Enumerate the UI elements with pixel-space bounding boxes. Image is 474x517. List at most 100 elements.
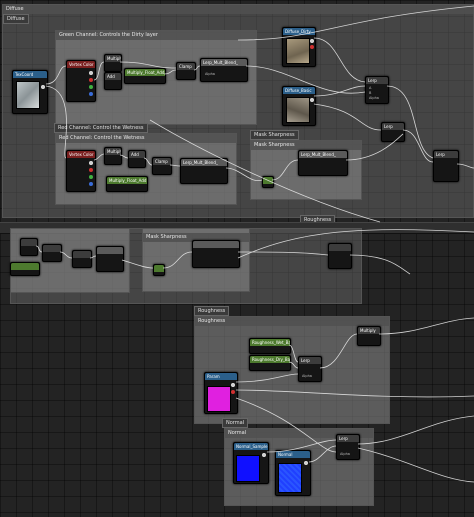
output-pin[interactable]	[310, 39, 314, 43]
node-title	[97, 247, 123, 254]
blue-pin[interactable]	[89, 92, 93, 96]
lerp-node[interactable]: Lerp	[433, 150, 459, 182]
red-pin[interactable]	[310, 45, 314, 49]
output-pin[interactable]	[262, 453, 266, 457]
output-pin[interactable]	[310, 98, 314, 102]
node-title: Lerp_Mult_Blend_	[299, 151, 347, 158]
output-pin[interactable]	[89, 161, 93, 165]
clamp-node[interactable]: Clamp	[176, 62, 196, 80]
node-title	[73, 251, 91, 258]
comment-title: Red Channel: Control the Wetness	[56, 134, 236, 143]
lerp-blend-node[interactable]: Lerp_Mult_Blend_ Alpha	[200, 58, 248, 82]
comment-title: Mask Sharpness	[251, 141, 361, 150]
output-pin[interactable]	[89, 71, 93, 75]
green-pin[interactable]	[89, 175, 93, 179]
lerp-blend-node[interactable]: Lerp_Mult_Blend_	[180, 158, 228, 184]
lerp-blend-node[interactable]: Lerp_Mult_Blend_	[298, 150, 348, 176]
clamp-node[interactable]	[72, 250, 92, 268]
node-title: Add	[129, 151, 145, 158]
node-title: Lerp	[382, 123, 404, 130]
node-title: Param	[205, 373, 237, 380]
multiply-float-add-node[interactable]: Multiply_Float_Add	[124, 68, 166, 84]
lerp-blend-node[interactable]	[96, 246, 124, 272]
node-title: Multiply_Float_Add	[107, 177, 147, 184]
output-pin[interactable]	[231, 383, 235, 387]
label-mask-sharpness: Mask Sharpness	[250, 130, 299, 140]
node-title: Lerp	[337, 435, 359, 442]
material-graph-canvas[interactable]: Diffuse Diffuse Green Channel: Controls …	[0, 0, 474, 517]
multiply-float-add-node[interactable]: Multiply_Float_Add	[106, 176, 148, 192]
roughness-param-node[interactable]: Roughness_Wet_Base	[249, 338, 291, 354]
blue-pin[interactable]	[89, 182, 93, 186]
node-title: Normal	[276, 451, 310, 458]
normal-sample-node[interactable]: Normal_Sample	[233, 442, 269, 484]
node-title	[43, 245, 61, 252]
node-title: Lerp	[434, 151, 458, 158]
diffuse-dirty-texture-node[interactable]: Diffuse_Dirty	[282, 27, 316, 67]
node-title: Add	[105, 73, 121, 80]
texture-sample-node[interactable]: TexCoord	[12, 70, 48, 114]
multiply-node[interactable]: Multiply	[104, 147, 122, 165]
red-pin[interactable]	[231, 390, 235, 394]
lerp-node[interactable]: Lerp Alpha	[298, 356, 322, 382]
roughness-param-node[interactable]: Roughness_Dry_Base	[249, 355, 291, 371]
lerp-node[interactable]: Lerp Alpha	[336, 434, 360, 460]
tab-diffuse[interactable]: Diffuse	[3, 14, 29, 24]
add-node[interactable]	[42, 244, 62, 262]
node-title: Multiply	[358, 327, 380, 334]
clamp-node[interactable]: Clamp	[152, 157, 172, 175]
red-pin[interactable]	[89, 168, 93, 172]
texture-thumbnail	[286, 38, 310, 64]
comment-title: Green Channel: Controls the Dirty layer	[56, 31, 256, 40]
node-title: Lerp	[299, 357, 321, 364]
multiply-node[interactable]: Multiply	[357, 326, 381, 346]
pin-label-alpha: Alpha	[369, 96, 379, 100]
pin-label-b: B	[369, 91, 372, 95]
multiply-node[interactable]	[20, 238, 38, 256]
node-title	[193, 241, 239, 248]
node-title	[263, 177, 273, 184]
pin-label-alpha: Alpha	[340, 452, 350, 456]
lerp-node[interactable]: Lerp A B Alpha	[365, 76, 389, 104]
red-pin[interactable]	[89, 78, 93, 82]
normal-texture-node[interactable]: Normal	[275, 450, 311, 496]
add-node[interactable]: Add	[104, 72, 122, 90]
node-title: Roughness_Wet_Base	[250, 339, 290, 346]
multiply-node[interactable]: Multiply	[104, 54, 122, 72]
color-swatch	[207, 386, 231, 412]
pin-label-alpha: Alpha	[205, 72, 215, 76]
output-pin[interactable]	[304, 461, 308, 465]
constant-node[interactable]	[262, 176, 274, 188]
vertex-color-node[interactable]: Vertex Color	[66, 150, 96, 192]
texture-thumbnail	[278, 463, 302, 493]
node-title: Multiply	[105, 148, 121, 155]
pin-label-alpha: Alpha	[302, 374, 312, 378]
node-title: TexCoord	[13, 71, 47, 78]
label-red-channel: Red Channel: Control the Wetness	[54, 123, 148, 133]
texture-thumbnail	[16, 81, 40, 109]
lerp-node[interactable]: Lerp	[381, 122, 405, 142]
roughness-color-node[interactable]: Param	[204, 372, 238, 414]
node-title	[11, 263, 39, 270]
node-title: Normal_Sample	[234, 443, 268, 450]
node-title: Clamp	[153, 158, 171, 165]
node-title: Lerp	[366, 77, 388, 84]
pin-label-a: A	[369, 86, 372, 90]
output-pin[interactable]	[41, 85, 45, 89]
texture-thumbnail	[286, 97, 310, 123]
green-pin[interactable]	[89, 85, 93, 89]
lerp-blend-node[interactable]	[192, 240, 240, 268]
add-node[interactable]: Add	[128, 150, 146, 168]
multiply-float-add-node[interactable]	[10, 262, 40, 276]
vertex-color-node[interactable]: Vertex Color	[66, 60, 96, 102]
diffuse-basic-texture-node[interactable]: Diffuse_Basic	[282, 86, 316, 126]
node-title: Lerp_Mult_Blend_	[181, 159, 227, 166]
tab-normal[interactable]: Normal	[222, 418, 249, 428]
node-title: Multiply_Float_Add	[125, 69, 165, 76]
node-title	[329, 244, 351, 251]
node-title: Clamp	[177, 63, 195, 70]
lerp-node[interactable]	[328, 243, 352, 269]
node-title: Vertex Color	[67, 151, 95, 158]
constant-node[interactable]	[153, 264, 165, 276]
tab-roughness[interactable]: Roughness	[194, 306, 230, 316]
